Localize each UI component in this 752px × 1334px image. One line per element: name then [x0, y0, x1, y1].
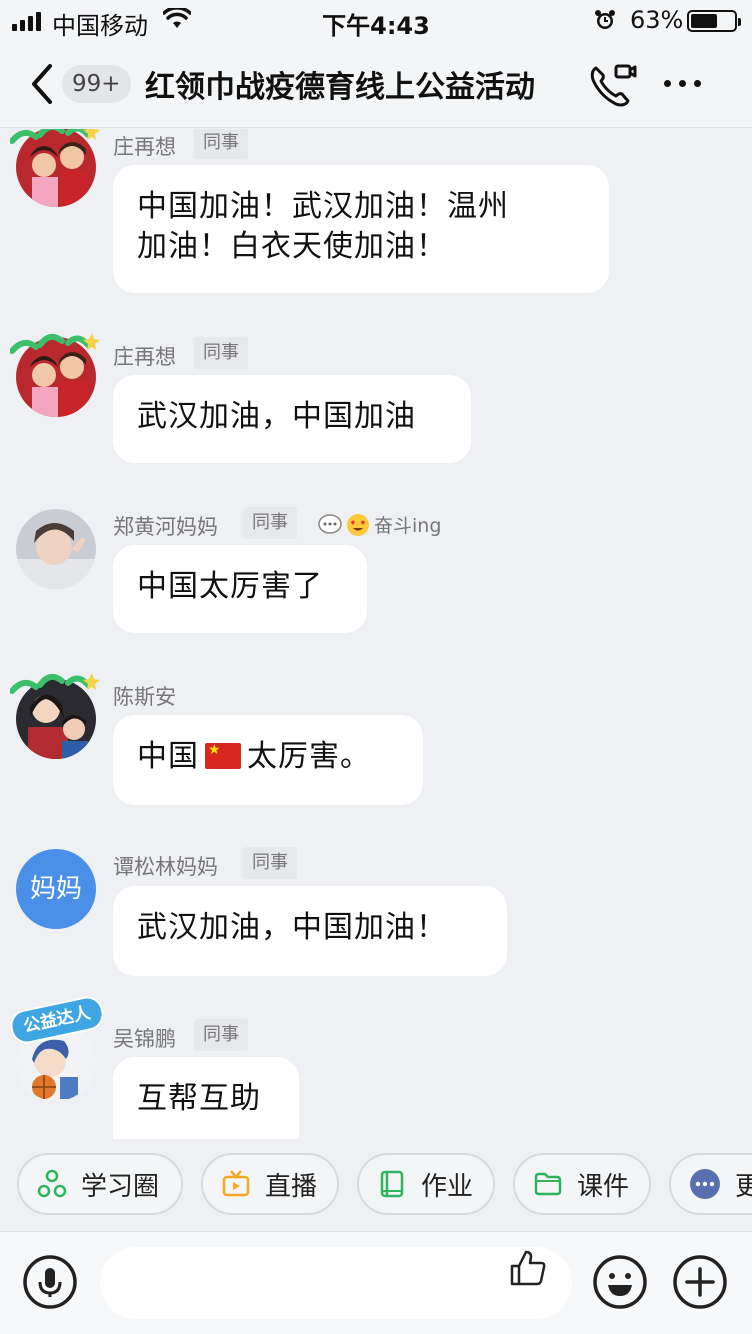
unread-count-badge[interactable]: 99+: [62, 65, 131, 103]
sender-name: 庄再想: [113, 345, 176, 369]
alarm-icon: [594, 9, 616, 37]
quick-action-live[interactable]: 直播: [201, 1153, 339, 1215]
message-bubble[interactable]: 中国加油！武汉加油！温州 加油！白衣天使加油！: [113, 165, 609, 293]
message-bubble[interactable]: 武汉加油，中国加油: [113, 375, 471, 463]
battery-icon: [687, 10, 741, 32]
message-list[interactable]: 庄再想 同事 中国加油！武汉加油！温州 加油！白衣天使加油！ 庄再想 同事 武汉…: [0, 129, 752, 1139]
message-bubble[interactable]: 中国太厉害了: [113, 545, 367, 633]
sender-name: 谭松林妈妈: [113, 855, 218, 879]
quick-action-homework[interactable]: 作业: [357, 1153, 495, 1215]
status-bar: 中国移动 下午4:43 63%: [0, 0, 752, 40]
user-status: 奋斗ing: [318, 511, 441, 538]
back-icon[interactable]: [28, 62, 58, 110]
battery-percent: 63%: [630, 6, 684, 34]
quick-actions-bar: 学习圈 直播 作业 课件 更: [0, 1139, 752, 1231]
role-tag: 同事: [243, 847, 297, 879]
role-tag: 同事: [243, 507, 297, 539]
circle-cluster-icon: [37, 1169, 67, 1199]
video-call-icon[interactable]: [588, 62, 638, 112]
voice-input-icon[interactable]: [22, 1254, 78, 1314]
thumbs-up-icon[interactable]: [506, 1246, 550, 1294]
message-text-line: 加油！白衣天使加油！: [137, 229, 447, 264]
message-bubble[interactable]: 互帮互助: [113, 1057, 299, 1139]
sender-name: 郑黄河妈妈: [113, 515, 218, 539]
message-text: 武汉加油，中国加油: [137, 399, 416, 434]
crown-decoration-icon: [10, 673, 100, 694]
avatar[interactable]: 妈妈: [16, 849, 96, 929]
message-input[interactable]: [124, 1261, 504, 1305]
page-title: 红领巾战疫德育线上公益活动: [145, 70, 535, 105]
tv-icon: [221, 1169, 251, 1199]
folder-icon: [533, 1169, 563, 1199]
add-attachment-icon[interactable]: [672, 1254, 728, 1314]
chat-bubble-icon: [318, 513, 342, 534]
badge-label: 公益达人: [21, 1003, 93, 1037]
message-text: 中国: [137, 739, 199, 774]
quick-action-label: 作业: [421, 1171, 474, 1202]
message-text: 互帮互助: [137, 1081, 261, 1116]
more-dots-icon: [689, 1168, 721, 1200]
message-text: 武汉加油，中国加油！: [137, 910, 447, 945]
china-flag-icon: [205, 742, 241, 769]
status-text: 奋斗ing: [374, 515, 442, 537]
more-icon[interactable]: [664, 80, 701, 87]
sender-name: 吴锦鹏: [113, 1027, 176, 1051]
crown-decoration-icon: [10, 129, 100, 144]
message-bubble[interactable]: 中国 太厉害。: [113, 715, 423, 805]
quick-action-study-circle[interactable]: 学习圈: [17, 1153, 183, 1215]
book-icon: [377, 1169, 407, 1199]
input-bar: [0, 1231, 752, 1334]
quick-action-label: 直播: [265, 1171, 318, 1202]
quick-action-courseware[interactable]: 课件: [513, 1153, 651, 1215]
emoji-icon[interactable]: [592, 1254, 648, 1314]
heart-eyes-emoji-icon: [347, 513, 369, 536]
crown-decoration-icon: [10, 333, 100, 354]
message-text: 中国太厉害了: [137, 569, 323, 604]
message-bubble[interactable]: 武汉加油，中国加油！: [113, 886, 507, 976]
role-tag: 同事: [194, 1019, 248, 1051]
quick-action-label: 课件: [577, 1171, 630, 1202]
chat-header: 99+ 红领巾战疫德育线上公益活动: [0, 40, 752, 128]
message-input-field[interactable]: [100, 1247, 572, 1319]
message-text: 太厉害。: [247, 739, 371, 774]
message-text-line: 中国加油！武汉加油！温州: [137, 189, 509, 224]
avatar[interactable]: [16, 509, 96, 589]
sender-name: 陈斯安: [113, 685, 176, 709]
quick-action-label: 学习圈: [81, 1171, 160, 1202]
sender-name: 庄再想: [113, 135, 176, 159]
role-tag: 同事: [194, 129, 248, 159]
battery-level: [691, 14, 718, 28]
quick-action-more[interactable]: 更: [669, 1153, 752, 1215]
quick-action-label: 更: [735, 1171, 752, 1202]
role-tag: 同事: [194, 337, 248, 369]
